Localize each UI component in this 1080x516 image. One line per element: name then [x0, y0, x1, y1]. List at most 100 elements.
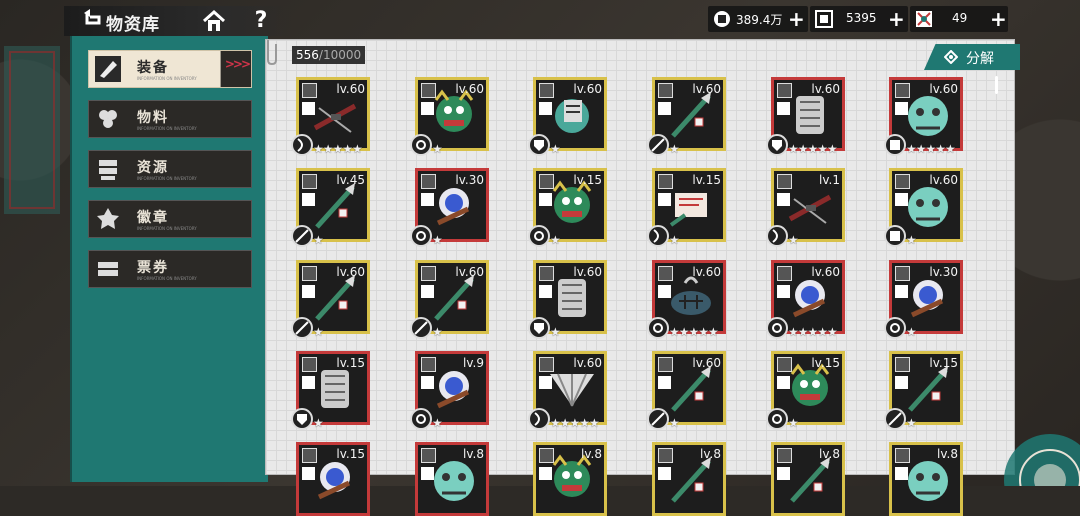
item-level: lv.60: [336, 265, 365, 279]
crates-plus-button[interactable]: +: [888, 7, 905, 31]
sidebar-subcaption: INFORMATION ON INVENTORY: [137, 276, 197, 281]
star-rating: ★★★★★: [313, 142, 363, 156]
item-level: lv.8: [700, 447, 721, 461]
bow-type-icon: [766, 225, 788, 247]
help-button[interactable]: ?: [251, 8, 271, 33]
star-rating: ★: [788, 416, 799, 430]
star-rating: ★: [906, 325, 917, 339]
star-rating: ★: [550, 142, 561, 156]
beast-icon: [434, 461, 474, 501]
gear-type-icon: [766, 408, 788, 430]
item-level: lv.15: [573, 173, 602, 187]
star-rating: ★: [313, 233, 324, 247]
sidebar-label-equipment: 装备: [137, 60, 169, 76]
item-card[interactable]: lv.8: [889, 442, 963, 516]
top-bar: 物资库 ? 389.4万 + 5395 + 49 +: [0, 0, 1080, 40]
item-card[interactable]: lv.60 ★: [528, 77, 607, 156]
sidebar-item-tickets[interactable]: 票券 INFORMATION ON INVENTORY: [88, 250, 252, 288]
orb-icon: [910, 280, 944, 318]
item-level: lv.30: [455, 173, 484, 187]
equipment-icon: [95, 56, 121, 82]
gems-plus-button[interactable]: +: [990, 7, 1007, 31]
item-level: lv.45: [336, 173, 365, 187]
item-level: lv.60: [692, 82, 721, 96]
spear-type-icon: [647, 134, 669, 156]
item-card[interactable]: lv.60 ★: [291, 260, 370, 339]
item-level: lv.15: [336, 447, 365, 461]
item-card[interactable]: lv.60 ★: [410, 77, 489, 156]
item-card[interactable]: lv.8: [533, 442, 607, 516]
spear-type-icon: [410, 317, 432, 339]
item-card[interactable]: lv.30 ★: [884, 260, 963, 339]
item-level: lv.1: [819, 173, 840, 187]
back-arrow-icon[interactable]: [82, 8, 104, 30]
inventory-count-capacity: /10000: [318, 48, 362, 62]
item-card[interactable]: lv.60 ★★★★★: [647, 260, 726, 339]
item-card[interactable]: lv.45 ★: [291, 168, 370, 247]
item-card[interactable]: lv.60 ★★★★★: [291, 77, 370, 156]
beast-icon: [908, 187, 948, 227]
scrollbar-thumb[interactable]: [995, 76, 998, 94]
star-rating: ★: [313, 416, 324, 430]
mask2-icon: [555, 99, 589, 133]
bow-type-icon: [291, 134, 313, 156]
item-card[interactable]: lv.60 ★: [410, 260, 489, 339]
spear-icon: [671, 92, 711, 138]
crossbow-icon: [788, 194, 832, 224]
star-rating: ★★★★★: [906, 142, 956, 156]
item-card[interactable]: lv.9 ★: [410, 351, 489, 430]
sidebar-item-materials[interactable]: 物料 INFORMATION ON INVENTORY: [88, 100, 252, 138]
armor-type-icon: [884, 134, 906, 156]
coins-plus-button[interactable]: +: [788, 7, 805, 31]
star-rating: ★: [906, 416, 917, 430]
item-card[interactable]: lv.60 ★: [528, 260, 607, 339]
sidebar-label-materials: 物料: [137, 110, 169, 126]
item-card[interactable]: lv.60 ★★★★★: [884, 77, 963, 156]
sidebar-item-equipment[interactable]: 装备 INFORMATION ON INVENTORY >>>: [88, 50, 252, 88]
mask-icon: [552, 454, 592, 497]
mask-icon: [434, 89, 474, 132]
shield-type-icon: [766, 134, 788, 156]
item-card[interactable]: lv.15: [296, 442, 370, 516]
item-card[interactable]: lv.15 ★: [884, 351, 963, 430]
spear-icon: [671, 457, 711, 503]
spear-type-icon: [884, 408, 906, 430]
star-rating: ★: [550, 233, 561, 247]
sidebar-label-tickets: 票券: [137, 260, 169, 276]
currency-gems: 49 +: [910, 6, 1008, 32]
sidebar-item-badges[interactable]: 徽章 INFORMATION ON INVENTORY: [88, 200, 252, 238]
shield-type-icon: [528, 317, 550, 339]
item-card[interactable]: lv.15 ★: [291, 351, 370, 430]
currency-coins: 389.4万 +: [708, 6, 808, 32]
item-card[interactable]: lv.8: [771, 442, 845, 516]
gatling-icon: [558, 279, 586, 317]
decompose-label[interactable]: 分解: [966, 48, 994, 68]
spear-icon: [908, 366, 948, 412]
item-card[interactable]: lv.60 ★★★★★: [528, 351, 607, 430]
item-card[interactable]: lv.15 ★: [766, 351, 845, 430]
emblem-decoration: [1004, 434, 1080, 486]
item-card[interactable]: lv.15 ★: [647, 168, 726, 247]
item-card[interactable]: lv.1 ★: [766, 168, 845, 247]
sidebar-item-resources[interactable]: 资源 INFORMATION ON INVENTORY: [88, 150, 252, 188]
spear-icon: [315, 183, 355, 229]
item-card[interactable]: lv.30 ★: [410, 168, 489, 247]
sidebar-subcaption: INFORMATION ON INVENTORY: [137, 126, 197, 131]
star-rating: ★★★★★: [788, 142, 838, 156]
item-card[interactable]: lv.15 ★: [528, 168, 607, 247]
inventory-count: 556/10000: [292, 46, 366, 64]
item-card[interactable]: lv.60 ★★★★★: [766, 260, 845, 339]
item-card[interactable]: lv.8: [415, 442, 489, 516]
item-card[interactable]: lv.60 ★★★★★: [766, 77, 845, 156]
item-card[interactable]: lv.60 ★: [647, 77, 726, 156]
item-card[interactable]: lv.8: [652, 442, 726, 516]
item-level: lv.15: [929, 356, 958, 370]
gear-type-icon: [884, 317, 906, 339]
item-level: lv.15: [336, 356, 365, 370]
item-level: lv.60: [692, 356, 721, 370]
home-icon[interactable]: [201, 9, 227, 33]
item-card[interactable]: lv.60 ★: [647, 351, 726, 430]
item-card[interactable]: lv.60 ★: [884, 168, 963, 247]
orb-icon: [792, 280, 826, 318]
star-rating: ★★★★★: [669, 325, 719, 339]
